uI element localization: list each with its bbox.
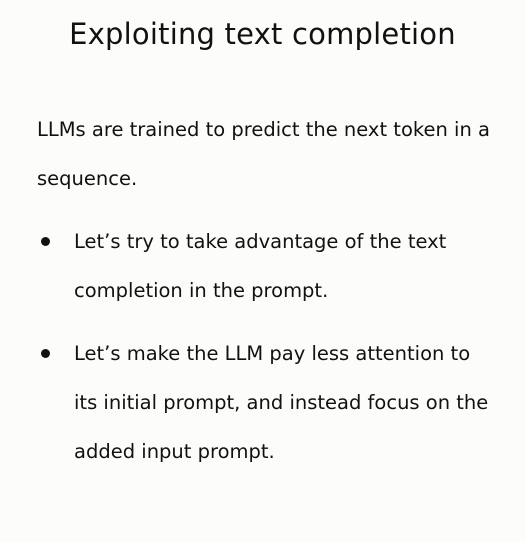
bullet-list: Let’s try to take advantage of the text … — [0, 217, 525, 490]
bullet-text: Let’s try to take advantage of the text … — [74, 230, 447, 302]
slide: Exploiting text completion LLMs are trai… — [0, 0, 525, 542]
intro-paragraph: LLMs are trained to predict the next tok… — [37, 118, 490, 190]
slide-title: Exploiting text completion — [69, 17, 456, 51]
bullet-text: Let’s make the LLM pay less attention to… — [74, 342, 489, 463]
bullet-dot-icon — [41, 349, 50, 358]
bullet-dot-icon — [41, 237, 50, 246]
bullet-item: Let’s make the LLM pay less attention to… — [0, 329, 494, 476]
bullet-item: Let’s try to take advantage of the text … — [0, 217, 494, 315]
